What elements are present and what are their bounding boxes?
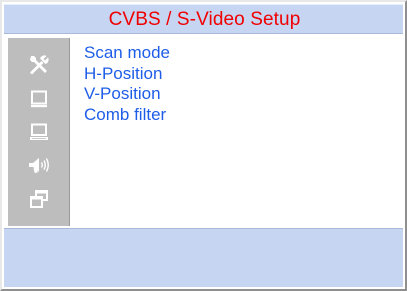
menu-list: Scan mode H-Position V-Position Comb fil… [84, 43, 170, 125]
menu-item-scan-mode[interactable]: Scan mode [84, 43, 170, 64]
menu-item-comb-filter[interactable]: Comb filter [84, 105, 170, 126]
windows-icon[interactable] [27, 187, 51, 211]
laptop-icon[interactable] [27, 120, 51, 144]
osd-window: CVBS / S-Video Setup Scan mode H-Positio… [0, 0, 407, 291]
sidebar [8, 38, 70, 226]
monitor-icon[interactable] [27, 87, 51, 111]
menu-item-h-position[interactable]: H-Position [84, 64, 170, 85]
tools-icon[interactable] [27, 53, 51, 77]
speaker-icon[interactable] [27, 153, 51, 177]
status-panel [4, 228, 403, 287]
menu-item-v-position[interactable]: V-Position [84, 84, 170, 105]
title-bar: CVBS / S-Video Setup [4, 4, 403, 34]
window-title: CVBS / S-Video Setup [108, 8, 301, 30]
